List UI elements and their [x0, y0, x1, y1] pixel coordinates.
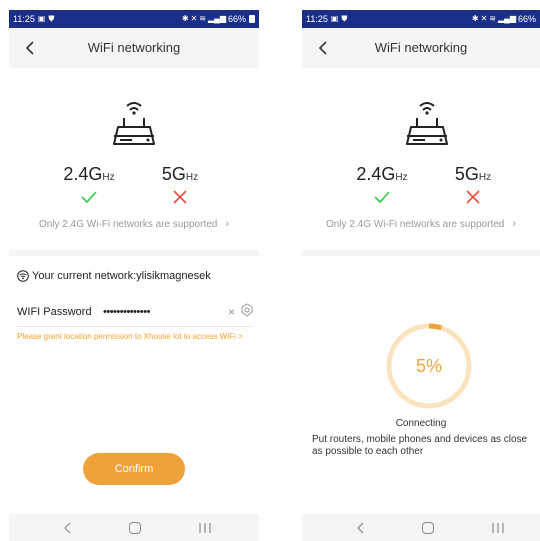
wifi-icon: [17, 270, 29, 282]
location-permission-link[interactable]: Please grant location permission to Xhou…: [17, 332, 245, 342]
status-bar: 11:25 ▣ ⛊ ✱ ✕ ≋ ▂▄▆ 66%: [9, 10, 259, 28]
band-unit: Hz: [102, 172, 115, 183]
router-icon: [113, 102, 155, 145]
placement-advice: Put routers, mobile phones and devices a…: [312, 434, 528, 457]
gallery-icon: ▣: [330, 14, 339, 23]
divider: [17, 326, 251, 327]
band-info-card: 2.4GHz 5GHz Only 2.4G Wi-Fi networks are…: [9, 68, 259, 250]
signal-icon: ▂▄▆: [208, 14, 226, 23]
nav-home-icon[interactable]: [129, 522, 141, 534]
mute-icon: ✕: [190, 14, 198, 23]
chevron-right-icon: ›: [512, 218, 517, 230]
system-nav-bar: [9, 514, 259, 541]
band-info-card: 2.4GHz 5GHz Only 2.4G Wi-Fi networks are…: [302, 68, 540, 250]
progress-percent: 5%: [415, 356, 442, 376]
clear-icon[interactable]: ×: [228, 305, 235, 319]
battery-icon: [249, 15, 255, 23]
current-network-text: Your current network:ylisikmagnesek: [32, 270, 211, 282]
system-nav-bar: [302, 514, 540, 541]
supported-note-text: Only 2.4G Wi-Fi networks are supported: [325, 219, 505, 230]
band-unit: Hz: [185, 172, 199, 183]
band-2-4g: 2.4GHz: [59, 164, 119, 204]
band-5g: 5GHz: [443, 164, 503, 204]
network-form: Your current network:ylisikmagnesek WIFI…: [9, 256, 259, 514]
nav-home-icon[interactable]: [422, 522, 434, 534]
cross-icon: [466, 190, 480, 204]
band-name: 2.4G: [356, 164, 396, 184]
header: WiFi networking: [9, 28, 259, 68]
battery-level: 66%: [517, 14, 536, 24]
connection-progress-card: 5% Connecting Put routers, mobile phones…: [302, 256, 540, 514]
band-list: 2.4GHz 5GHz: [302, 164, 540, 204]
band-name: 5G: [454, 164, 479, 184]
confirm-button[interactable]: Confirm: [83, 453, 185, 485]
band-unit: Hz: [395, 172, 408, 183]
page-title: WiFi networking: [374, 40, 468, 55]
cross-icon: [173, 190, 187, 204]
connection-status: Connecting: [395, 418, 447, 429]
nav-back-icon[interactable]: [356, 521, 366, 535]
check-icon: [81, 191, 97, 204]
progress-ring: 5%: [385, 322, 473, 410]
wifi-call-icon: ≋: [489, 14, 496, 23]
mute-icon: ✕: [480, 14, 488, 23]
location-pin-icon[interactable]: [241, 303, 253, 317]
status-time: 11:25: [13, 14, 35, 24]
band-name: 5G: [161, 164, 186, 184]
gallery-icon: ▣: [37, 14, 46, 23]
phone-screen-connecting: 11:25 ▣ ⛊ ✱ ✕ ≋ ▂▄▆ 66% WiFi networking: [302, 10, 540, 541]
battery-level: 66%: [227, 14, 246, 24]
bluetooth-icon: ✱: [471, 14, 479, 23]
page-title: WiFi networking: [87, 40, 181, 55]
password-field[interactable]: WIFI Password •••••••••••••• ×: [17, 302, 253, 324]
signal-icon: ▂▄▆: [498, 14, 516, 23]
password-label: WIFI Password: [17, 306, 92, 318]
current-network: Your current network:ylisikmagnesek: [17, 270, 211, 282]
supported-note[interactable]: Only 2.4G Wi-Fi networks are supported ›: [302, 218, 540, 230]
supported-note[interactable]: Only 2.4G Wi-Fi networks are supported ›: [9, 218, 259, 230]
router-icon: [406, 102, 448, 145]
status-bar: 11:25 ▣ ⛊ ✱ ✕ ≋ ▂▄▆ 66%: [302, 10, 540, 28]
band-list: 2.4GHz 5GHz: [9, 164, 259, 204]
nav-back-icon[interactable]: [63, 521, 73, 535]
band-5g: 5GHz: [150, 164, 210, 204]
supported-note-text: Only 2.4G Wi-Fi networks are supported: [38, 219, 218, 230]
band-name: 2.4G: [63, 164, 103, 184]
nav-recents-icon[interactable]: [198, 522, 212, 534]
check-icon: [374, 191, 390, 204]
wifi-call-icon: ≋: [199, 14, 206, 23]
nav-recents-icon[interactable]: [491, 522, 505, 534]
shield-icon: ⛊: [48, 14, 55, 23]
phone-screen-password: 11:25 ▣ ⛊ ✱ ✕ ≋ ▂▄▆ 66% WiFi networking: [9, 10, 259, 541]
status-time: 11:25: [306, 14, 328, 24]
band-unit: Hz: [478, 172, 492, 183]
password-input[interactable]: ••••••••••••••: [103, 306, 150, 318]
chevron-right-icon: ›: [225, 218, 230, 230]
header: WiFi networking: [302, 28, 540, 68]
band-2-4g: 2.4GHz: [352, 164, 412, 204]
shield-icon: ⛊: [341, 14, 348, 23]
bluetooth-icon: ✱: [181, 14, 189, 23]
